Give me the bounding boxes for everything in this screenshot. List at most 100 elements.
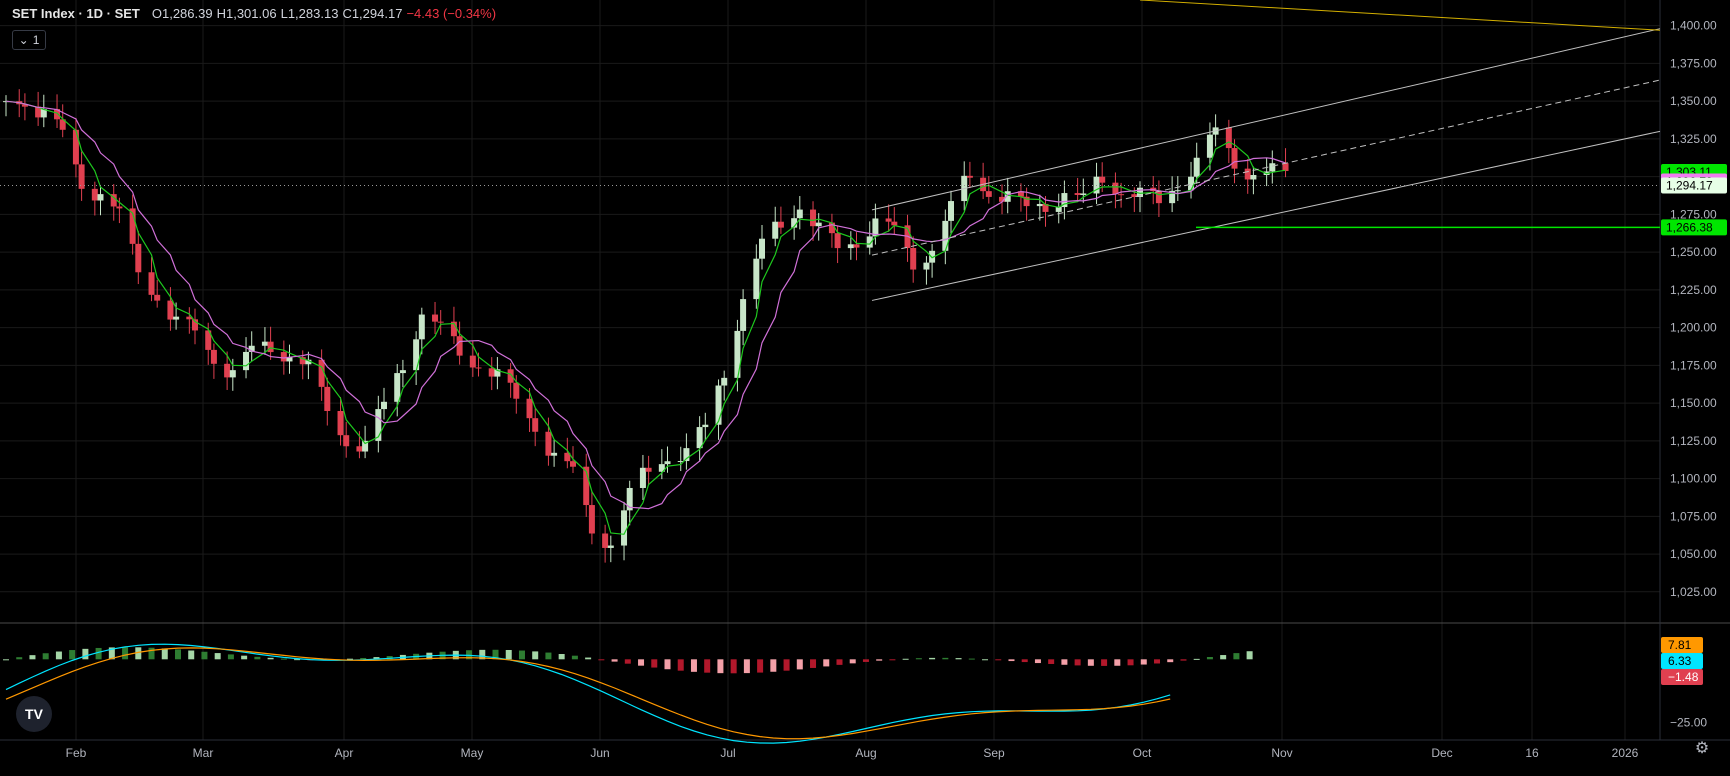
y-tick-label: 1,175.00 [1670, 358, 1717, 372]
candle-body [885, 218, 892, 222]
macd-histogram-bar [902, 658, 909, 660]
macd-histogram-bar [1193, 658, 1200, 660]
macd-histogram-bar [995, 659, 1002, 661]
candle-body [1193, 157, 1200, 177]
candle-body [1282, 163, 1289, 172]
candle-body [815, 222, 822, 227]
candle-body [437, 321, 444, 323]
candle-body [847, 244, 854, 249]
y-tick-label: 1,375.00 [1670, 56, 1717, 70]
candle-body [834, 233, 841, 249]
candle-body [1250, 175, 1257, 180]
symbol-title[interactable]: SET Index · 1D · SET [12, 6, 140, 21]
macd-histogram-bar [783, 659, 790, 671]
macd-histogram-bar [1061, 659, 1068, 665]
macd-histogram-bar [611, 659, 618, 662]
y-tick-label: 1,350.00 [1670, 94, 1717, 108]
macd-histogram-bar [968, 658, 975, 660]
candle-body [1244, 168, 1251, 180]
candle-body [337, 411, 344, 436]
macd-histogram-bar [1114, 659, 1121, 666]
y-tick-label: 1,275.00 [1670, 207, 1717, 221]
candle-body [507, 369, 514, 383]
macd-histogram-bar [280, 658, 287, 660]
x-tick-label: Apr [335, 746, 354, 760]
macd-value-label: 6.33 [1668, 654, 1692, 668]
x-tick-label: Feb [66, 746, 87, 760]
candle-body [210, 349, 217, 364]
macd-histogram-bar [1087, 659, 1094, 666]
candle-body [588, 505, 595, 534]
candle-body [167, 300, 174, 320]
macd-histogram-bar [1034, 659, 1041, 664]
candle-body [488, 368, 495, 377]
macd-histogram-bar [227, 654, 234, 660]
candle-body [702, 424, 709, 428]
macd-histogram-bar [241, 655, 248, 660]
candle-body [343, 435, 350, 447]
candle-body [1080, 193, 1087, 195]
candle-body [545, 431, 552, 456]
channel-lower-line [871, 130, 1661, 301]
candle-body [267, 341, 274, 353]
candle-body [777, 221, 784, 228]
y-tick-label: 1,050.00 [1670, 547, 1717, 561]
candle-body [229, 370, 236, 378]
y-tick-label: 1,250.00 [1670, 245, 1717, 259]
ohlc-open: O1,286.39 [151, 6, 213, 21]
candle-body [607, 545, 614, 548]
macd-histogram-bar [505, 649, 512, 660]
macd-histogram-bar [915, 658, 922, 660]
macd-histogram-bar [122, 647, 129, 660]
macd-histogram-bar [55, 651, 62, 660]
macd-histogram-bar [148, 647, 155, 660]
macd-histogram-bar [664, 659, 671, 670]
macd-histogram-bar [571, 655, 578, 660]
macd-histogram-bar [1167, 659, 1174, 663]
gear-icon[interactable]: ⚙ [1692, 738, 1712, 758]
price-change: −4.43 (−0.34%) [406, 6, 497, 21]
candle-body [1188, 176, 1195, 191]
ohlc-high: H1,301.06 [216, 6, 277, 21]
candle-body [796, 209, 803, 219]
candle-body [154, 294, 161, 301]
x-tick-label: Sep [983, 746, 1005, 760]
candle-body [381, 401, 387, 410]
macd-histogram-bar [743, 659, 750, 674]
macd-histogram-bar [770, 659, 777, 672]
indicator-collapse-button[interactable]: ⌄ 1 [12, 30, 46, 50]
candle-body [1155, 191, 1162, 204]
tradingview-logo-icon[interactable]: TV [16, 696, 52, 732]
macd-histogram-bar [95, 647, 102, 660]
candle-body [602, 533, 609, 548]
macd-histogram-bar [823, 659, 830, 667]
macd-histogram-bar [1206, 657, 1213, 660]
candle-body [1269, 163, 1276, 172]
macd-histogram-bar [161, 648, 168, 660]
candle-body [810, 209, 817, 227]
y-tick-label: 1,400.00 [1670, 19, 1717, 33]
candle-body [1112, 182, 1119, 195]
macd-histogram-bar [704, 659, 711, 673]
macd-histogram-bar [1180, 659, 1187, 661]
macd-histogram-bar [267, 657, 274, 660]
macd-histogram-bar [1048, 659, 1055, 664]
x-tick-label: 16 [1525, 746, 1539, 760]
macd-histogram-bar [558, 654, 565, 660]
candle-body [1118, 194, 1125, 196]
x-tick-label: May [461, 746, 484, 760]
macd-histogram-bar [982, 659, 989, 661]
candle-body [621, 510, 628, 546]
candle-body [91, 188, 98, 201]
macd-y-tick-label: −25.00 [1670, 715, 1707, 729]
candle-body [985, 191, 992, 197]
y-tick-label: 1,075.00 [1670, 509, 1717, 523]
chart-canvas[interactable]: 1,400.001,375.001,350.001,325.001,300.00… [0, 0, 1730, 776]
ohlc-low: L1,283.13 [280, 6, 339, 21]
x-tick-label: Jul [720, 746, 735, 760]
macd-histogram-bar [1140, 659, 1147, 665]
candle-body [1099, 176, 1106, 183]
macd-histogram-bar [1127, 659, 1134, 666]
candle-body [97, 194, 104, 201]
macd-histogram-bar [730, 659, 737, 674]
